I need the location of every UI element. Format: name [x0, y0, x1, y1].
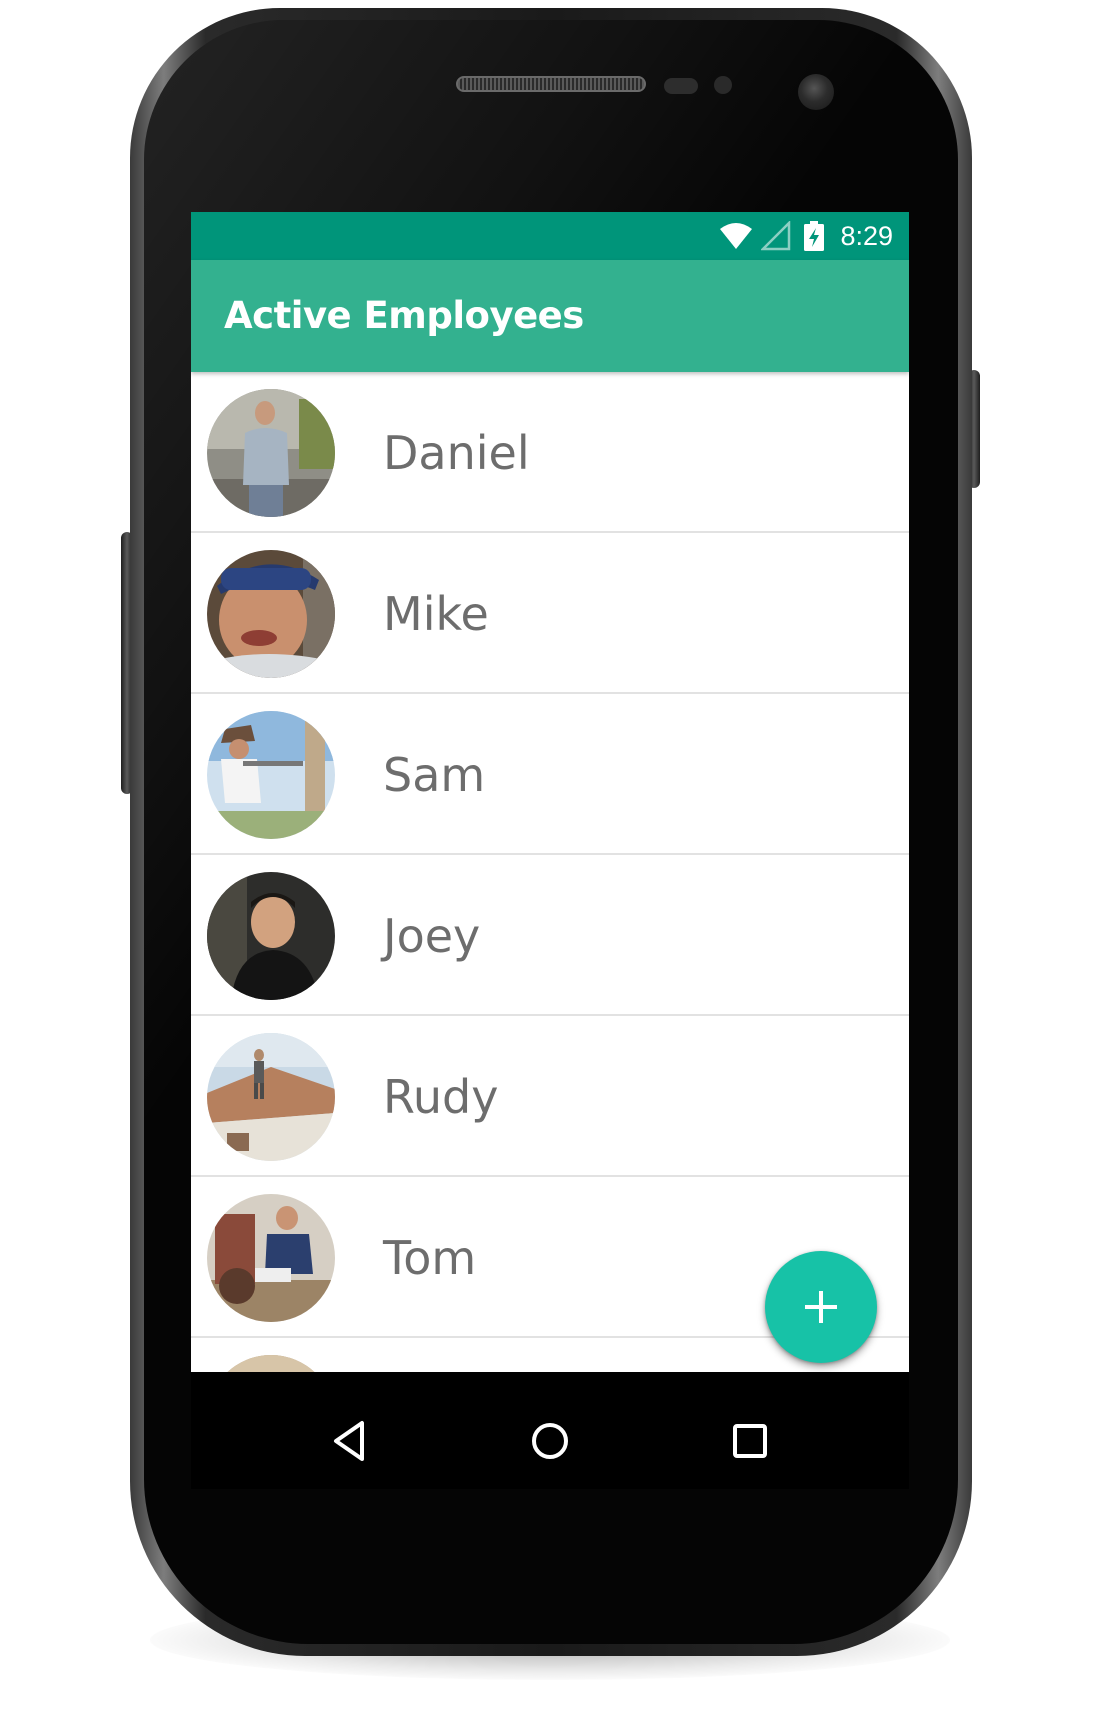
list-item-daniel[interactable]: Daniel: [191, 372, 909, 533]
back-icon[interactable]: [324, 1415, 376, 1467]
employee-name: Daniel: [383, 426, 530, 480]
avatar: [207, 711, 335, 839]
phone-screen: 8:29 Active Employees Daniel Mike Sam Jo…: [191, 212, 909, 1489]
employee-name: Tom: [383, 1231, 477, 1285]
employee-name: Mike: [383, 587, 489, 641]
employee-name: Sam: [383, 748, 486, 802]
avatar: [207, 872, 335, 1000]
recents-icon[interactable]: [724, 1415, 776, 1467]
avatar: [207, 389, 335, 517]
avatar: [207, 1194, 335, 1322]
avatar: [207, 1033, 335, 1161]
avatar: [207, 550, 335, 678]
home-icon[interactable]: [524, 1415, 576, 1467]
page-title: Active Employees: [224, 294, 584, 337]
navigation-bar: [191, 1393, 909, 1489]
cell-signal-icon: [761, 221, 791, 251]
front-camera: [798, 74, 834, 110]
proximity-sensor: [664, 78, 698, 94]
employee-name: Joey: [383, 909, 481, 963]
status-time: 8:29: [840, 221, 893, 251]
employee-name: Rudy: [383, 1070, 499, 1124]
device-mockup: 8:29 Active Employees Daniel Mike Sam Jo…: [0, 0, 1101, 1709]
app-toolbar: Active Employees: [191, 260, 909, 372]
avatar: [207, 1355, 335, 1372]
status-bar: 8:29: [191, 212, 909, 260]
list-item-sam[interactable]: Sam: [191, 694, 909, 855]
list-item-joey[interactable]: Joey: [191, 855, 909, 1016]
battery-charging-icon: [804, 221, 824, 251]
light-sensor: [714, 76, 732, 94]
earpiece-speaker: [456, 76, 646, 92]
plus-icon: [805, 1291, 837, 1323]
list-item-mike[interactable]: Mike: [191, 533, 909, 694]
wifi-icon: [720, 223, 752, 249]
add-employee-button[interactable]: [765, 1251, 877, 1363]
list-item-rudy[interactable]: Rudy: [191, 1016, 909, 1177]
employee-list[interactable]: Daniel Mike Sam Joey Rudy Tom: [191, 372, 909, 1372]
